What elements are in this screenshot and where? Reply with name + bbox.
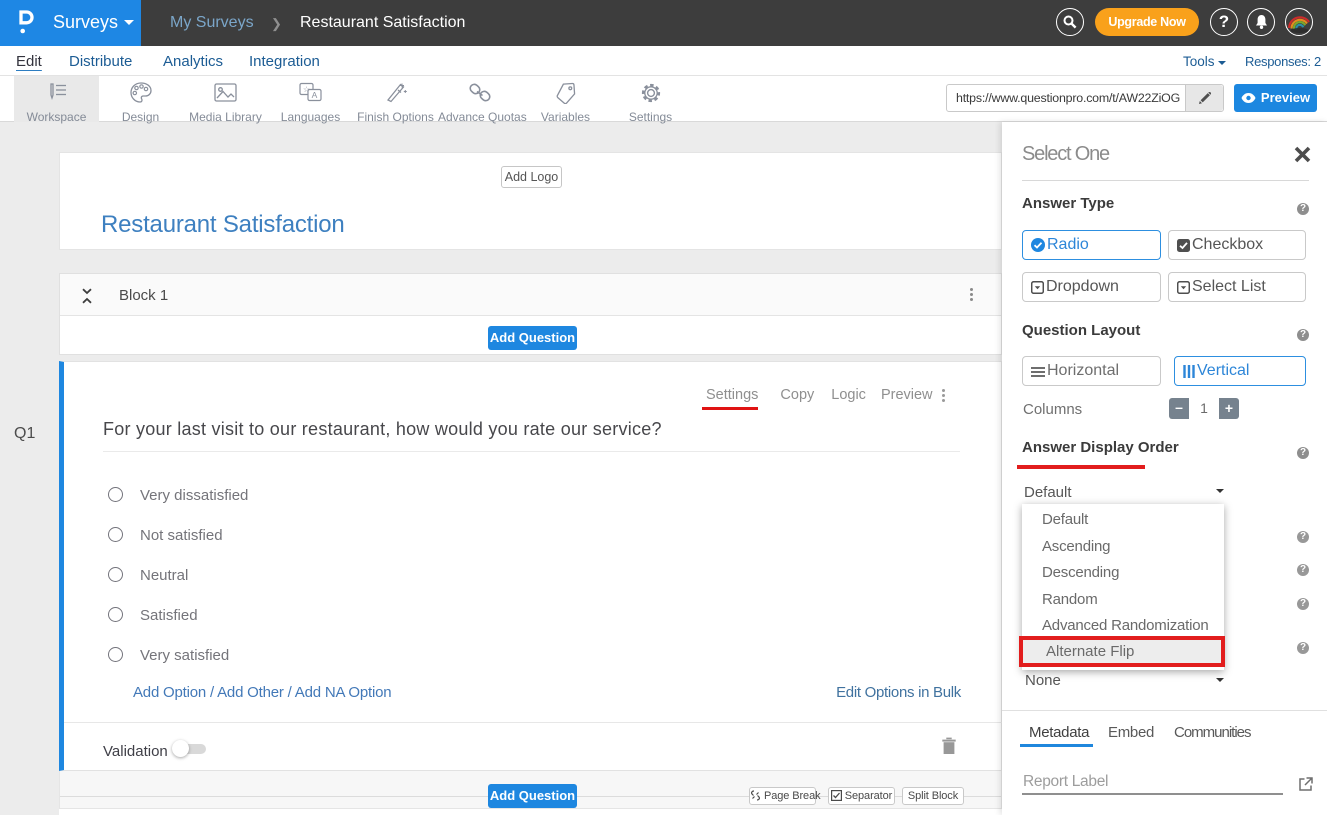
- svg-text:A: A: [312, 90, 318, 100]
